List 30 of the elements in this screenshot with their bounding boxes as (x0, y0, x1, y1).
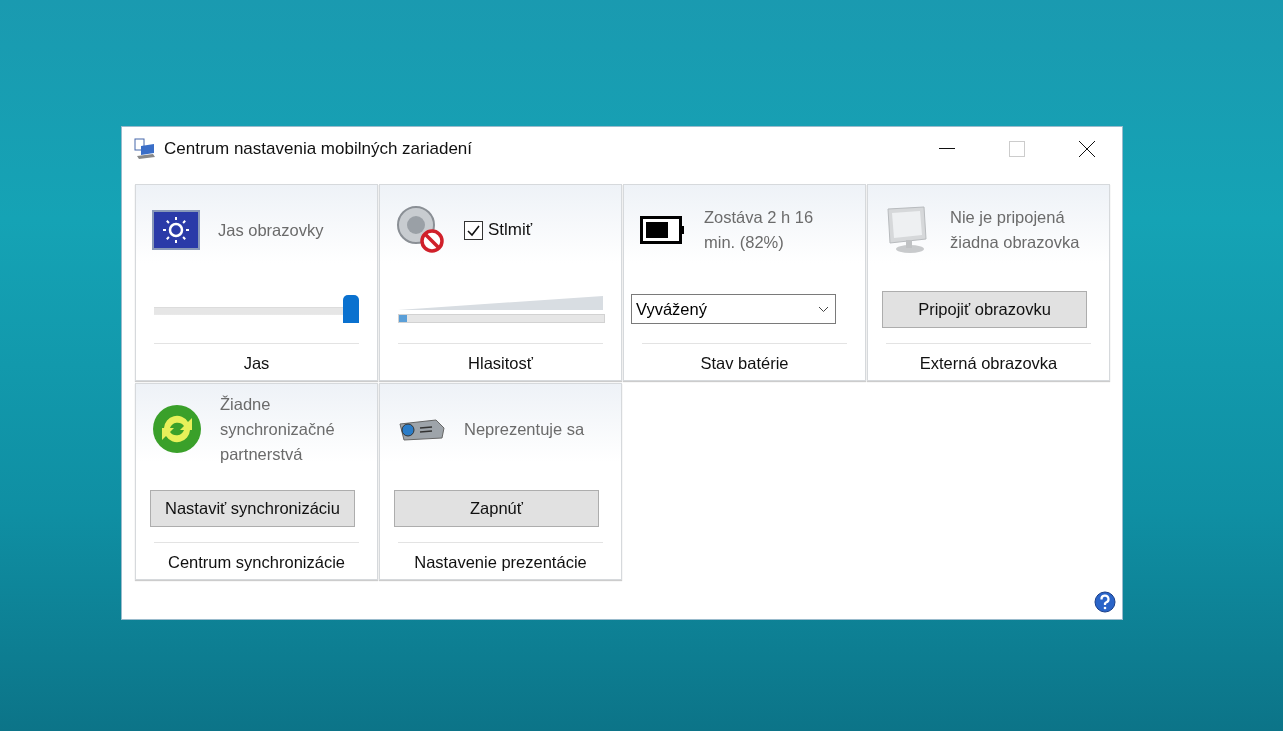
power-plan-dropdown[interactable]: Vyvážený (631, 294, 836, 324)
status-text: Nie je pripojená žiadna obrazovka (950, 207, 1081, 253)
window-title: Centrum nastavenia mobilných zariadení (164, 139, 474, 159)
mute-checkbox[interactable]: Stlmiť (464, 220, 533, 240)
tile-caption[interactable]: Stav batérie (638, 354, 851, 373)
checkbox[interactable] (464, 220, 483, 240)
status-text: Jas obrazovky (218, 219, 325, 241)
tile-caption[interactable]: Externá obrazovka (882, 354, 1095, 373)
tile-caption[interactable]: Nastavenie prezentácie (394, 553, 607, 572)
status-text: Žiadne synchronizačné partnerstvá (220, 393, 336, 465)
battery-icon (640, 216, 686, 244)
brightness-icon (152, 210, 200, 250)
tile-caption[interactable]: Centrum synchronizácie (150, 553, 363, 572)
minimize-icon (939, 148, 955, 150)
volume-slider[interactable] (398, 313, 605, 323)
action-button[interactable]: Zapnúť (394, 489, 599, 527)
tile-caption[interactable]: Jas (150, 354, 363, 373)
help-icon[interactable] (1094, 591, 1116, 613)
action-button[interactable]: Pripojiť obrazovku (882, 290, 1087, 328)
sync-icon (152, 404, 202, 454)
close-icon (1079, 141, 1095, 157)
laptop-icon (134, 138, 156, 160)
action-button[interactable]: Nastaviť synchronizáciu (150, 489, 355, 527)
muted-speaker-icon (396, 205, 446, 255)
status-text: Neprezentuje sa (464, 418, 586, 440)
tile-caption[interactable]: Hlasitosť (394, 354, 607, 373)
maximize-icon (1009, 141, 1025, 157)
chevron-down-icon (818, 305, 829, 313)
slider-thumb[interactable] (343, 295, 359, 323)
status-text: Zostáva 2 h 16 min. (82%) (704, 207, 815, 253)
